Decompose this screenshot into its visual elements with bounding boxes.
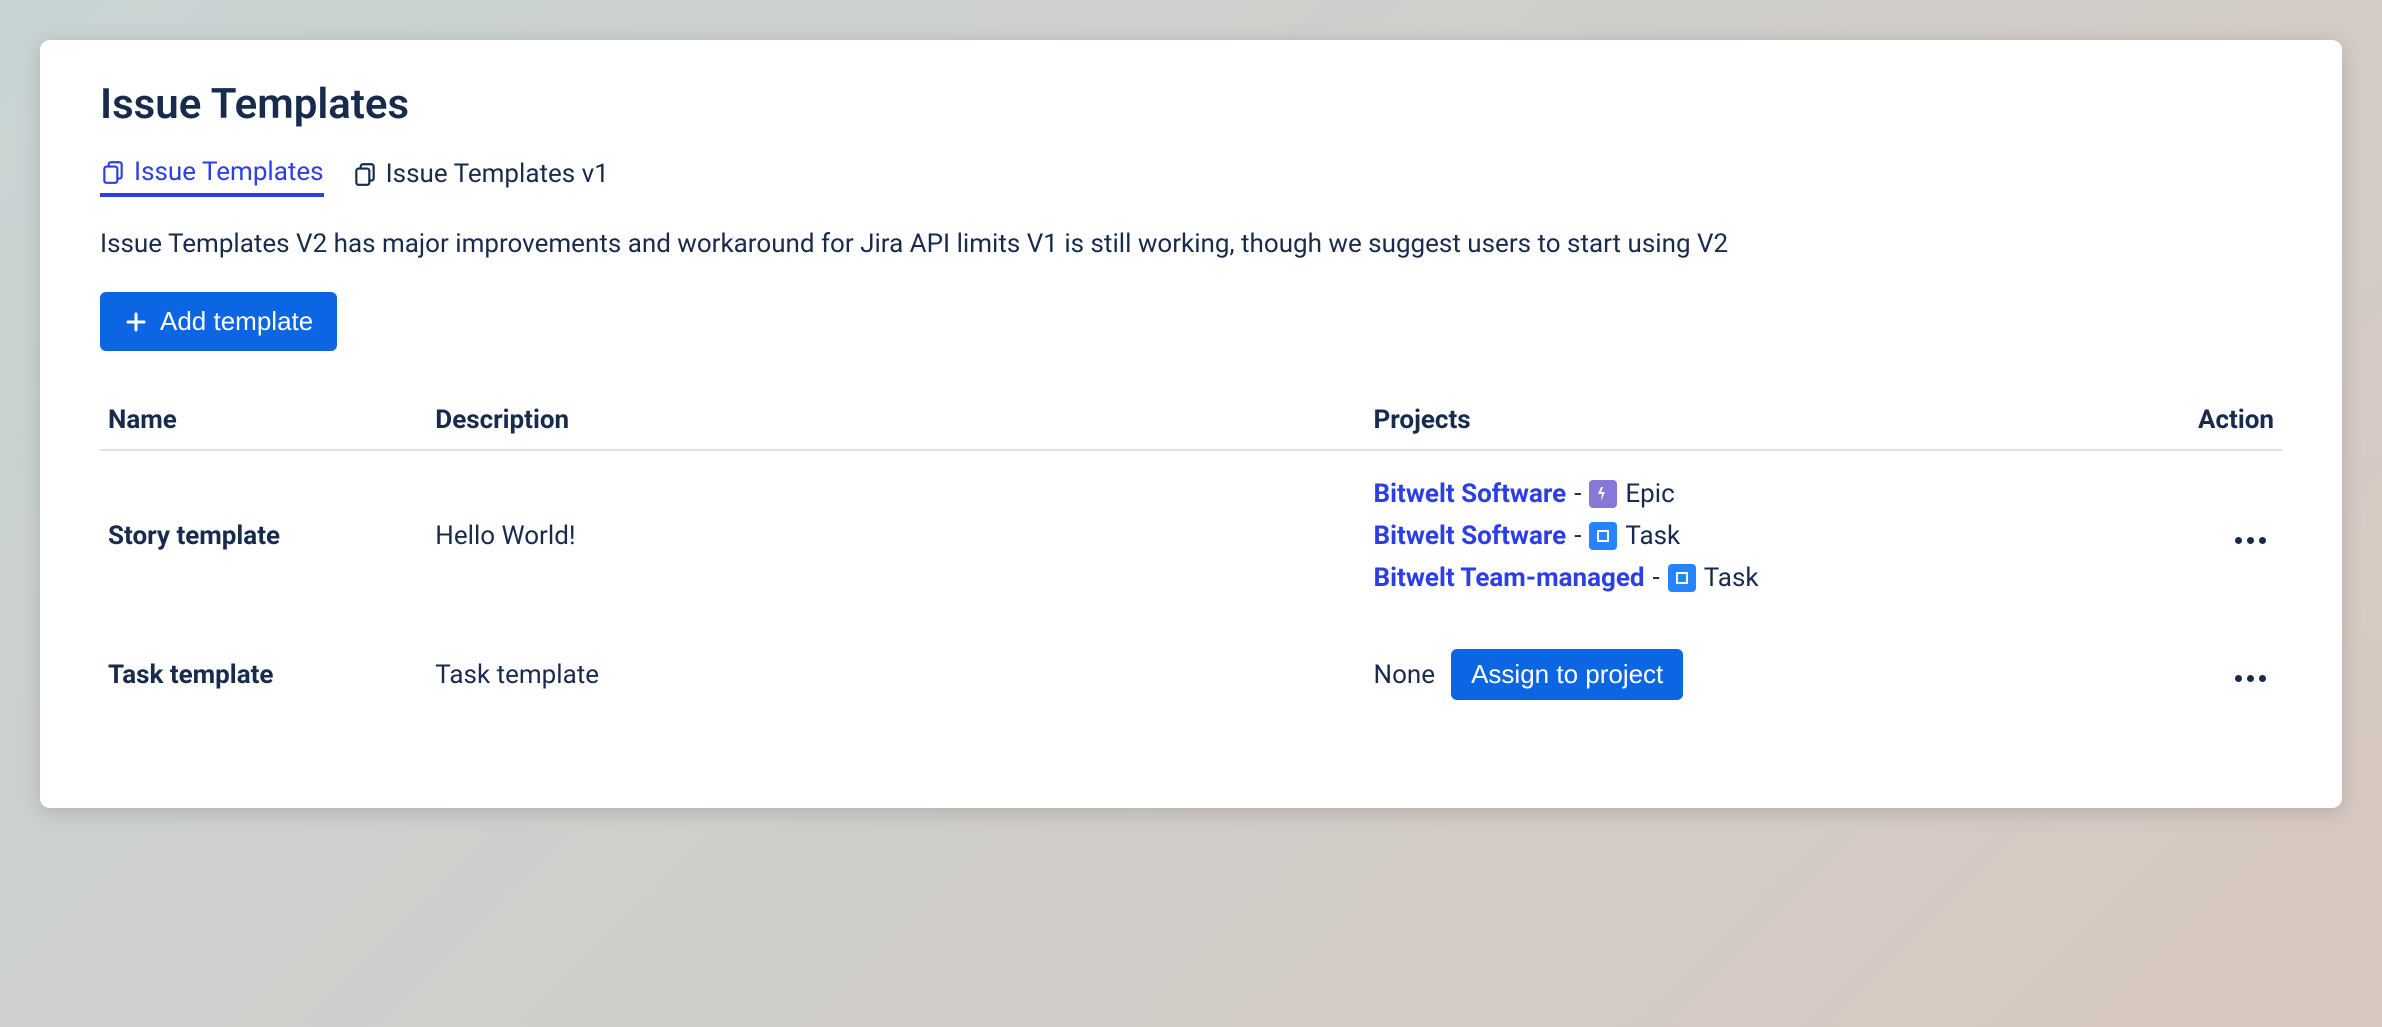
page-title: Issue Templates [100,80,2282,129]
template-name: Story template [100,450,427,621]
assign-to-project-button[interactable]: Assign to project [1451,649,1683,700]
col-projects: Projects [1366,391,2064,450]
col-name: Name [100,391,427,450]
project-item: Bitwelt Software - Task [1374,521,2056,551]
col-action: Action [2064,391,2282,450]
separator-dash: - [1574,521,1581,551]
tab-issue-templates[interactable]: Issue Templates [100,157,324,197]
template-name: Task template [100,621,427,728]
issue-type-label: Epic [1625,479,1674,509]
separator-dash: - [1653,563,1660,593]
template-description: Hello World! [427,450,1365,621]
template-projects: None Assign to project [1366,621,2064,728]
plus-icon [124,310,148,334]
col-description: Description [427,391,1365,450]
page-description: Issue Templates V2 has major improvement… [100,225,2282,264]
table-row: Task template Task template None Assign … [100,621,2282,728]
issue-type-label: Task [1704,563,1759,593]
project-item: Bitwelt Software - Epic [1374,479,2056,509]
task-icon [1589,522,1617,550]
separator-dash: - [1574,479,1581,509]
more-icon [2235,675,2266,682]
row-actions-button[interactable] [2227,529,2274,552]
tabs-container: Issue Templates Issue Templates v1 [100,157,2282,197]
add-template-button[interactable]: Add template [100,292,337,351]
templates-table: Name Description Projects Action Story t… [100,391,2282,728]
project-item: Bitwelt Team-managed - Task [1374,563,2056,593]
project-link[interactable]: Bitwelt Software [1374,521,1567,551]
template-projects: Bitwelt Software - Epic Bitwelt Software… [1366,450,2064,621]
projects-none: None [1374,660,1436,690]
more-icon [2235,537,2266,544]
tab-label: Issue Templates v1 [386,159,609,189]
epic-icon [1589,480,1617,508]
copy-icon [352,161,378,187]
project-link[interactable]: Bitwelt Software [1374,479,1567,509]
copy-icon [100,159,126,185]
add-template-label: Add template [160,306,313,337]
template-description: Task template [427,621,1365,728]
row-actions-button[interactable] [2227,667,2274,690]
project-link[interactable]: Bitwelt Team-managed [1374,563,1645,593]
table-row: Story template Hello World! Bitwelt Soft… [100,450,2282,621]
tab-label: Issue Templates [134,157,324,187]
issue-type-label: Task [1625,521,1680,551]
templates-card: Issue Templates Issue Templates Issue Te… [40,40,2342,808]
tab-issue-templates-v1[interactable]: Issue Templates v1 [352,157,609,197]
task-icon [1668,564,1696,592]
